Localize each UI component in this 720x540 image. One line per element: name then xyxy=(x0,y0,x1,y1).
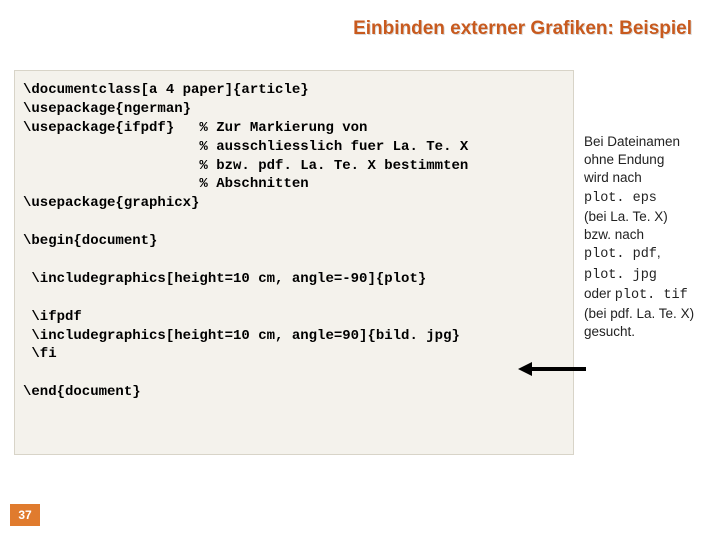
note-line: ohne Endung xyxy=(584,152,664,167)
note-line: (bei La. Te. X) xyxy=(584,209,668,224)
note-line: oder xyxy=(584,286,615,301)
side-note: Bei Dateinamen ohne Endung wird nach plo… xyxy=(584,133,720,341)
latex-code-block: \documentclass[a 4 paper]{article} \usep… xyxy=(14,70,574,455)
note-line: Bei Dateinamen xyxy=(584,134,680,149)
note-line: (bei pdf. La. Te. X) xyxy=(584,306,694,321)
note-code: plot. eps xyxy=(584,191,657,206)
note-code: plot. jpg xyxy=(584,268,657,283)
page-number: 37 xyxy=(10,504,40,526)
slide-title: Einbinden externer Grafiken: Beispiel xyxy=(353,18,692,40)
note-code: plot. pdf xyxy=(584,247,657,262)
note-line: wird nach xyxy=(584,170,642,185)
note-comma: , xyxy=(657,245,661,260)
note-code: plot. tif xyxy=(615,288,688,303)
arrow-icon xyxy=(518,362,586,376)
note-line: gesucht. xyxy=(584,324,635,339)
note-line: bzw. nach xyxy=(584,227,644,242)
